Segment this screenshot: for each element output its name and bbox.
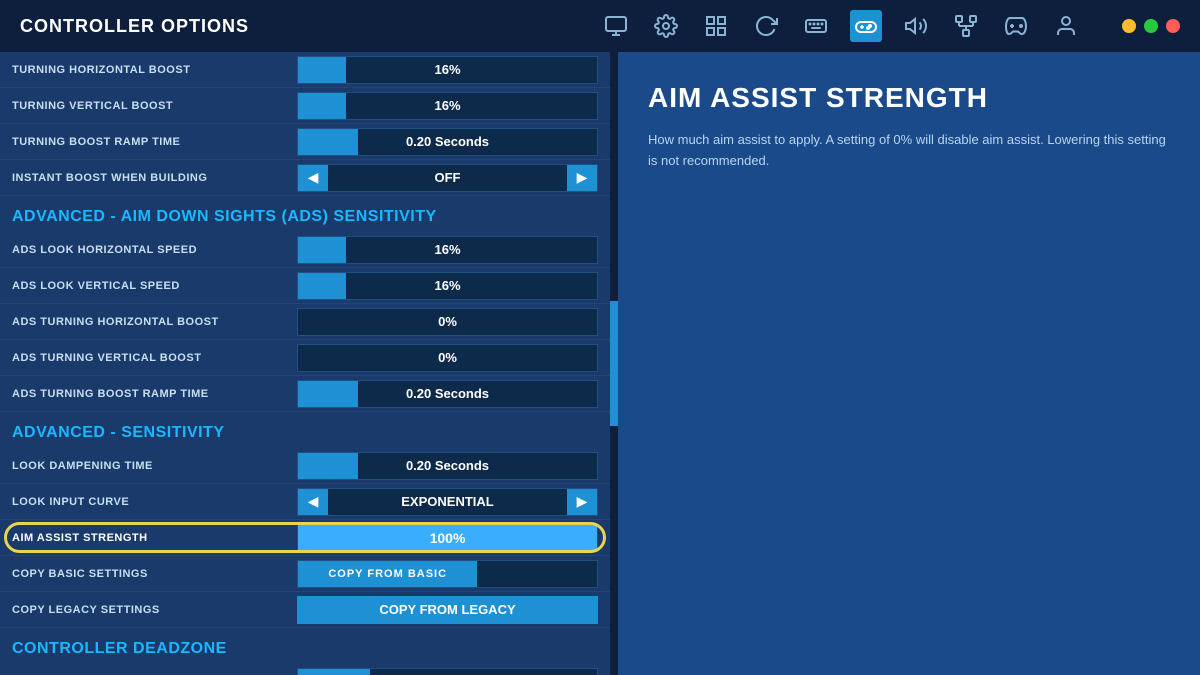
ads-turning-vertical-boost-label: ADS TURNING VERTICAL BOOST: [12, 352, 297, 364]
copy-legacy-button[interactable]: COPY FROM LEGACY: [297, 596, 598, 624]
turning-boost-ramp-time-slider[interactable]: 0.20 Seconds: [297, 128, 598, 156]
look-input-curve-label: LOOK INPUT CURVE: [12, 496, 297, 508]
ads-turning-horizontal-boost-label: ADS TURNING HORIZONTAL BOOST: [12, 316, 297, 328]
right-panel: AIM ASSIST STRENGTH How much aim assist …: [618, 52, 1200, 675]
ads-turning-horizontal-boost-slider[interactable]: 0%: [297, 308, 598, 336]
look-dampening-time-label: LOOK DAMPENING TIME: [12, 460, 297, 472]
left-stick-deadzone-slider[interactable]: 24%: [297, 668, 598, 675]
left-stick-deadzone-control[interactable]: 24%: [297, 668, 598, 675]
turning-boost-ramp-time-row: TURNING BOOST RAMP TIME 0.20 Seconds: [0, 124, 610, 160]
monitor-icon[interactable]: [600, 10, 632, 42]
copy-legacy-settings-label: COPY LEGACY SETTINGS: [12, 604, 297, 616]
deadzone-section-header: CONTROLLER DEADZONE: [0, 628, 610, 664]
look-input-curve-control[interactable]: ◀ EXPONENTIAL ▶: [297, 488, 598, 516]
close-button[interactable]: [1166, 19, 1180, 33]
gear-icon[interactable]: [650, 10, 682, 42]
turning-boost-ramp-time-label: TURNING BOOST RAMP TIME: [12, 136, 297, 148]
instant-boost-building-label: INSTANT BOOST WHEN BUILDING: [12, 172, 297, 184]
maximize-button[interactable]: [1144, 19, 1158, 33]
top-bar: CONTROLLER OPTIONS: [0, 0, 1200, 52]
turning-horizontal-boost-control[interactable]: 16%: [297, 56, 598, 84]
instant-boost-building-row: INSTANT BOOST WHEN BUILDING ◀ OFF ▶: [0, 160, 610, 196]
toggle-left-arrow[interactable]: ◀: [298, 165, 328, 191]
scroll-thumb[interactable]: [610, 301, 618, 426]
aim-assist-strength-label: AIM ASSIST STRENGTH: [12, 532, 297, 544]
page-title: CONTROLLER OPTIONS: [20, 16, 580, 37]
main-layout: TURNING HORIZONTAL BOOST 16% TURNING VER…: [0, 52, 1200, 675]
ads-turning-vertical-boost-slider[interactable]: 0%: [297, 344, 598, 372]
turning-horizontal-boost-label: TURNING HORIZONTAL BOOST: [12, 64, 297, 76]
copy-legacy-settings-row: COPY LEGACY SETTINGS COPY FROM LEGACY: [0, 592, 610, 628]
look-input-left-arrow[interactable]: ◀: [298, 489, 328, 515]
nav-icons: [600, 10, 1082, 42]
left-stick-deadzone-row: LEFT STICK DEADZONE 24%: [0, 664, 610, 675]
ads-look-horizontal-speed-control[interactable]: 16%: [297, 236, 598, 264]
toggle-right-arrow[interactable]: ▶: [567, 165, 597, 191]
gamepad-icon[interactable]: [1000, 10, 1032, 42]
copy-basic-settings-label: COPY BASIC SETTINGS: [12, 568, 297, 580]
aim-assist-strength-control[interactable]: 100%: [297, 524, 598, 552]
ads-look-vertical-speed-label: ADS LOOK VERTICAL SPEED: [12, 280, 297, 292]
ads-turning-boost-ramp-time-row: ADS TURNING BOOST RAMP TIME 0.20 Seconds: [0, 376, 610, 412]
layout-icon[interactable]: [700, 10, 732, 42]
speaker-icon[interactable]: [900, 10, 932, 42]
right-panel-description: How much aim assist to apply. A setting …: [648, 130, 1170, 172]
user-icon[interactable]: [1050, 10, 1082, 42]
look-dampening-time-slider[interactable]: 0.20 Seconds: [297, 452, 598, 480]
minimize-button[interactable]: [1122, 19, 1136, 33]
turning-boost-ramp-time-control[interactable]: 0.20 Seconds: [297, 128, 598, 156]
aim-assist-strength-slider[interactable]: 100%: [297, 524, 598, 552]
ads-section-header: ADVANCED - AIM DOWN SIGHTS (ADS) SENSITI…: [0, 196, 610, 232]
turning-horizontal-boost-row: TURNING HORIZONTAL BOOST 16%: [0, 52, 610, 88]
ads-look-horizontal-speed-row: ADS LOOK HORIZONTAL SPEED 16%: [0, 232, 610, 268]
turning-vertical-boost-slider[interactable]: 16%: [297, 92, 598, 120]
look-input-curve-row: LOOK INPUT CURVE ◀ EXPONENTIAL ▶: [0, 484, 610, 520]
ads-turning-boost-ramp-time-label: ADS TURNING BOOST RAMP TIME: [12, 388, 297, 400]
left-panel: TURNING HORIZONTAL BOOST 16% TURNING VER…: [0, 52, 610, 675]
turning-vertical-boost-label: TURNING VERTICAL BOOST: [12, 100, 297, 112]
ads-turning-vertical-boost-row: ADS TURNING VERTICAL BOOST 0%: [0, 340, 610, 376]
copy-basic-settings-row: COPY BASIC SETTINGS COPY FROM BASIC: [0, 556, 610, 592]
look-input-right-arrow[interactable]: ▶: [567, 489, 597, 515]
instant-boost-building-control[interactable]: ◀ OFF ▶: [297, 164, 598, 192]
ads-turning-boost-ramp-time-slider[interactable]: 0.20 Seconds: [297, 380, 598, 408]
window-controls: [1122, 19, 1180, 33]
sensitivity-section-header: ADVANCED - SENSITIVITY: [0, 412, 610, 448]
look-dampening-time-row: LOOK DAMPENING TIME 0.20 Seconds: [0, 448, 610, 484]
controller-icon[interactable]: [850, 10, 882, 42]
ads-turning-vertical-boost-control[interactable]: 0%: [297, 344, 598, 372]
copy-basic-settings-control[interactable]: COPY FROM BASIC: [297, 560, 598, 588]
network-icon[interactable]: [950, 10, 982, 42]
keyboard-icon[interactable]: [800, 10, 832, 42]
refresh-icon[interactable]: [750, 10, 782, 42]
turning-horizontal-boost-slider[interactable]: 16%: [297, 56, 598, 84]
ads-look-vertical-speed-control[interactable]: 16%: [297, 272, 598, 300]
turning-vertical-boost-control[interactable]: 16%: [297, 92, 598, 120]
right-panel-title: AIM ASSIST STRENGTH: [648, 82, 1170, 114]
instant-boost-building-toggle[interactable]: ◀ OFF ▶: [297, 164, 598, 192]
turning-vertical-boost-row: TURNING VERTICAL BOOST 16%: [0, 88, 610, 124]
scrollbar[interactable]: [610, 52, 618, 675]
copy-legacy-settings-control[interactable]: COPY FROM LEGACY: [297, 596, 598, 624]
ads-turning-boost-ramp-time-control[interactable]: 0.20 Seconds: [297, 380, 598, 408]
ads-turning-horizontal-boost-row: ADS TURNING HORIZONTAL BOOST 0%: [0, 304, 610, 340]
aim-assist-strength-row: AIM ASSIST STRENGTH 100%: [0, 520, 610, 556]
ads-turning-horizontal-boost-control[interactable]: 0%: [297, 308, 598, 336]
look-dampening-time-control[interactable]: 0.20 Seconds: [297, 452, 598, 480]
ads-look-vertical-speed-row: ADS LOOK VERTICAL SPEED 16%: [0, 268, 610, 304]
ads-look-vertical-speed-slider[interactable]: 16%: [297, 272, 598, 300]
ads-look-horizontal-speed-label: ADS LOOK HORIZONTAL SPEED: [12, 244, 297, 256]
ads-look-horizontal-speed-slider[interactable]: 16%: [297, 236, 598, 264]
look-input-curve-toggle[interactable]: ◀ EXPONENTIAL ▶: [297, 488, 598, 516]
